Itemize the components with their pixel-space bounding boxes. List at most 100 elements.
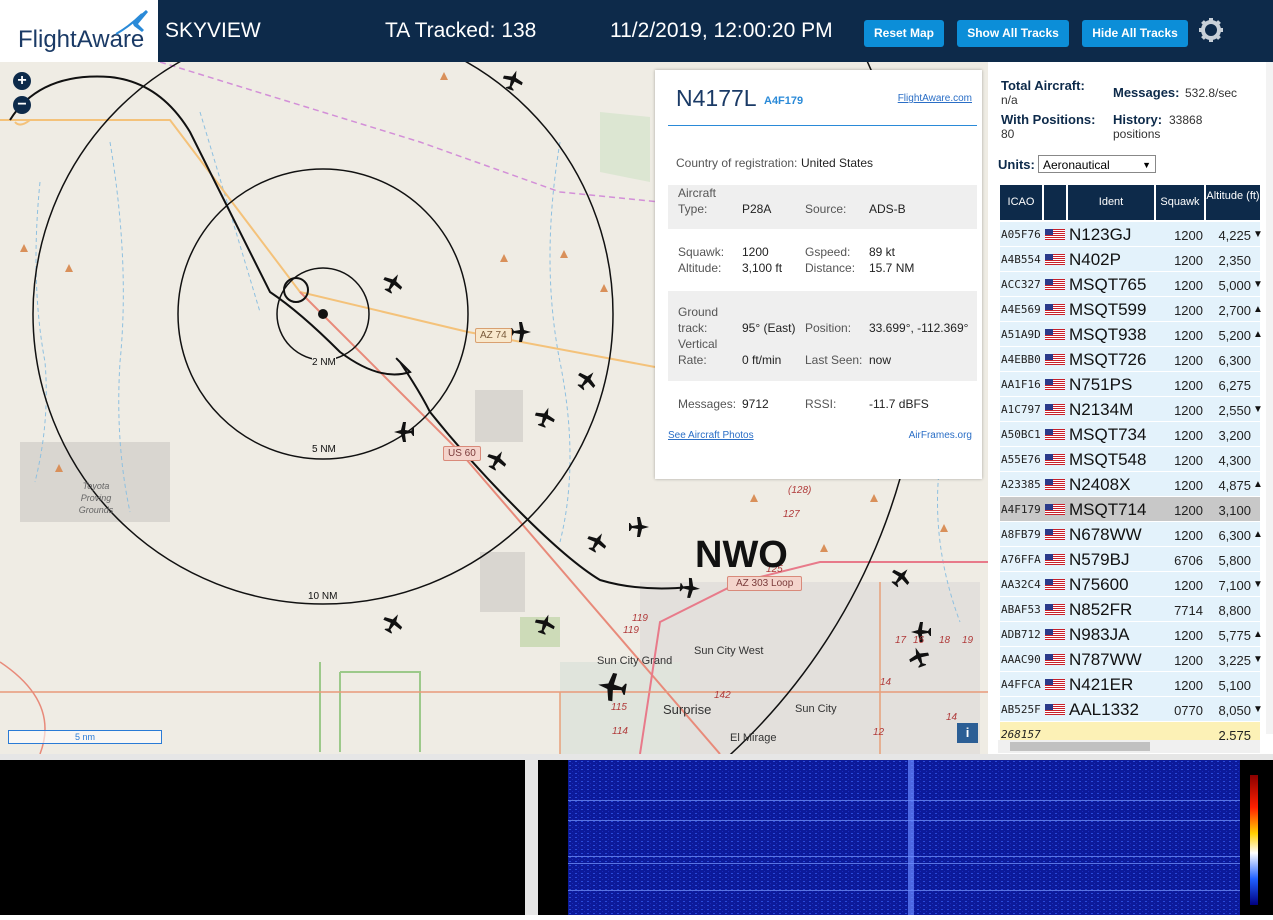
road-label: AZ 303 Loop xyxy=(727,576,803,591)
squawk-cell: 1200 xyxy=(1174,528,1203,543)
table-row[interactable]: A50BC1 MSQT734 1200 3,200 xyxy=(1000,422,1260,447)
table-row[interactable]: ADB712 N983JA 1200 5,775 ▲ xyxy=(1000,622,1263,647)
column-header-flag[interactable] xyxy=(1044,185,1066,220)
source-value: ADS-B xyxy=(869,202,906,216)
squawk-cell: 1200 xyxy=(1174,278,1203,293)
table-row[interactable]: A4F179 MSQT714 1200 3,100 xyxy=(1000,497,1260,522)
aircraft-photos-link[interactable]: See Aircraft Photos xyxy=(668,430,754,441)
table-row[interactable]: A4B554 N402P 1200 2,350 xyxy=(1000,247,1260,272)
icao-cell: ACC327 xyxy=(1001,278,1041,291)
squawk-cell: 1200 xyxy=(1174,303,1203,318)
trend-arrow-icon: ▲ xyxy=(1253,529,1263,540)
table-row[interactable]: A8FB79 N678WW 1200 6,300 ▲ xyxy=(1000,522,1263,547)
icao-cell: A76FFA xyxy=(1001,553,1041,566)
table-row[interactable]: AA1F16 N751PS 1200 6,275 xyxy=(1000,372,1260,397)
altitude-cell: 2,700 xyxy=(1218,303,1251,318)
ident-cell: MSQT734 xyxy=(1069,425,1147,444)
trend-arrow-icon: ▼ xyxy=(1253,404,1263,415)
table-row[interactable]: A23385 N2408X 1200 4,875 ▲ xyxy=(1000,472,1263,497)
table-row[interactable]: AAAC90 N787WW 1200 3,225 ▼ xyxy=(1000,647,1263,672)
squawk-cell: 1200 xyxy=(1174,453,1203,468)
us-flag-icon xyxy=(1045,604,1065,615)
flightaware-link[interactable]: FlightAware.com xyxy=(898,93,972,104)
vertical-scrollbar[interactable] xyxy=(1266,62,1273,734)
us-flag-icon xyxy=(1045,254,1065,265)
table-row[interactable]: A4FFCA N421ER 1200 5,100 xyxy=(1000,672,1260,697)
route-number: 115 xyxy=(611,702,627,713)
messages-value: 9712 xyxy=(742,397,769,411)
type-value: P28A xyxy=(742,202,772,216)
gear-icon[interactable] xyxy=(1198,17,1224,43)
icao-cell: A50BC1 xyxy=(1001,428,1041,441)
distance-label: Distance: xyxy=(805,261,856,275)
altitude-cell: 2,350 xyxy=(1218,253,1251,268)
hide-all-tracks-button[interactable]: Hide All Tracks xyxy=(1082,20,1188,47)
zoom-out-button[interactable]: − xyxy=(13,96,31,114)
icao-cell: A4B554 xyxy=(1001,253,1041,266)
airframes-link[interactable]: AirFrames.org xyxy=(909,430,972,441)
horizontal-scrollbar[interactable] xyxy=(998,740,1260,753)
messages-rate-label: Messages: xyxy=(1113,85,1180,100)
altitude-cell: 3,100 xyxy=(1218,503,1251,518)
zoom-in-button[interactable]: + xyxy=(13,72,31,90)
squawk-value: 1200 xyxy=(742,245,769,259)
show-all-tracks-button[interactable]: Show All Tracks xyxy=(957,20,1069,47)
route-number: 16 xyxy=(913,635,925,646)
table-row[interactable]: AA32C4 N75600 1200 7,100 ▼ xyxy=(1000,572,1263,597)
app-title: SKYVIEW xyxy=(165,19,261,42)
table-row[interactable]: A51A9D MSQT938 1200 5,200 ▲ xyxy=(1000,322,1263,347)
route-number: 19 xyxy=(962,635,974,646)
place-label: Sun City West xyxy=(694,645,764,657)
squawk-cell: 7714 xyxy=(1174,603,1203,618)
ring-label: 2 NM xyxy=(312,357,336,368)
route-number: (128) xyxy=(788,485,812,496)
rssi-label: RSSI: xyxy=(805,397,837,411)
units-select[interactable]: Aeronautical xyxy=(1038,155,1156,174)
altitude-cell: 4,875 xyxy=(1218,478,1251,493)
info-button[interactable]: i xyxy=(957,723,978,743)
column-header-icao[interactable]: ICAO xyxy=(1000,185,1042,220)
logo[interactable]: FlightAware xyxy=(0,0,158,62)
table-row[interactable]: ACC327 MSQT765 1200 5,000 ▼ xyxy=(1000,272,1263,297)
last-seen-label: Last Seen: xyxy=(805,353,863,367)
table-row[interactable]: A76FFA N579BJ 6706 5,800 xyxy=(1000,547,1260,572)
column-header-ident[interactable]: Ident xyxy=(1068,185,1154,220)
reset-map-button[interactable]: Reset Map xyxy=(864,20,944,47)
icao-cell: ADB712 xyxy=(1001,628,1041,641)
route-number: 14 xyxy=(946,712,958,723)
position-label: Position: xyxy=(805,321,852,335)
column-header-squawk[interactable]: Squawk xyxy=(1156,185,1204,220)
scale-bar: 5 nm xyxy=(8,730,162,744)
trend-arrow-icon: ▲ xyxy=(1253,629,1263,640)
trend-arrow-icon: ▼ xyxy=(1253,229,1263,240)
table-row[interactable]: ABAF53 N852FR 7714 8,800 xyxy=(1000,597,1260,622)
ground-track-label-1: Ground xyxy=(678,305,719,319)
aircraft-hex: A4F179 xyxy=(764,95,804,107)
last-seen-value: now xyxy=(869,353,892,367)
squawk-cell: 1200 xyxy=(1174,503,1203,518)
altitude-cell: 6,300 xyxy=(1218,353,1251,368)
table-row[interactable]: A55E76 MSQT548 1200 4,300 xyxy=(1000,447,1260,472)
us-flag-icon xyxy=(1045,679,1065,690)
table-row[interactable]: A4E569 MSQT599 1200 2,700 ▲ xyxy=(1000,297,1263,322)
column-header-altitude[interactable]: Altitude (ft) xyxy=(1206,185,1260,220)
scrollbar-thumb[interactable] xyxy=(1010,742,1150,751)
distance-value: 15.7 NM xyxy=(869,261,915,275)
place-label: Surprise xyxy=(663,702,712,717)
icao-cell: A55E76 xyxy=(1001,453,1041,466)
table-row[interactable]: AB525F AAL1332 0770 8,050 ▼ xyxy=(1000,697,1263,722)
squawk-label: Squawk: xyxy=(678,245,725,259)
table-row[interactable]: A1C797 N2134M 1200 2,550 ▼ xyxy=(1000,397,1263,422)
table-row[interactable]: A4EBB0 MSQT726 1200 6,300 xyxy=(1000,347,1260,372)
ident-cell: MSQT714 xyxy=(1069,500,1147,519)
route-number: 17 xyxy=(895,635,907,646)
icao-cell: A8FB79 xyxy=(1001,528,1041,541)
trend-arrow-icon: ▼ xyxy=(1253,579,1263,590)
squawk-cell: 6706 xyxy=(1174,553,1203,568)
place-label: Sun City Grand xyxy=(597,655,673,667)
vertical-rate-label-1: Vertical xyxy=(678,337,718,351)
ident-cell: N402P xyxy=(1069,250,1121,269)
squawk-cell: 1200 xyxy=(1174,353,1203,368)
squawk-cell: 1200 xyxy=(1174,328,1203,343)
table-row[interactable]: A05F76 N123GJ 1200 4,225 ▼ xyxy=(1000,222,1263,247)
